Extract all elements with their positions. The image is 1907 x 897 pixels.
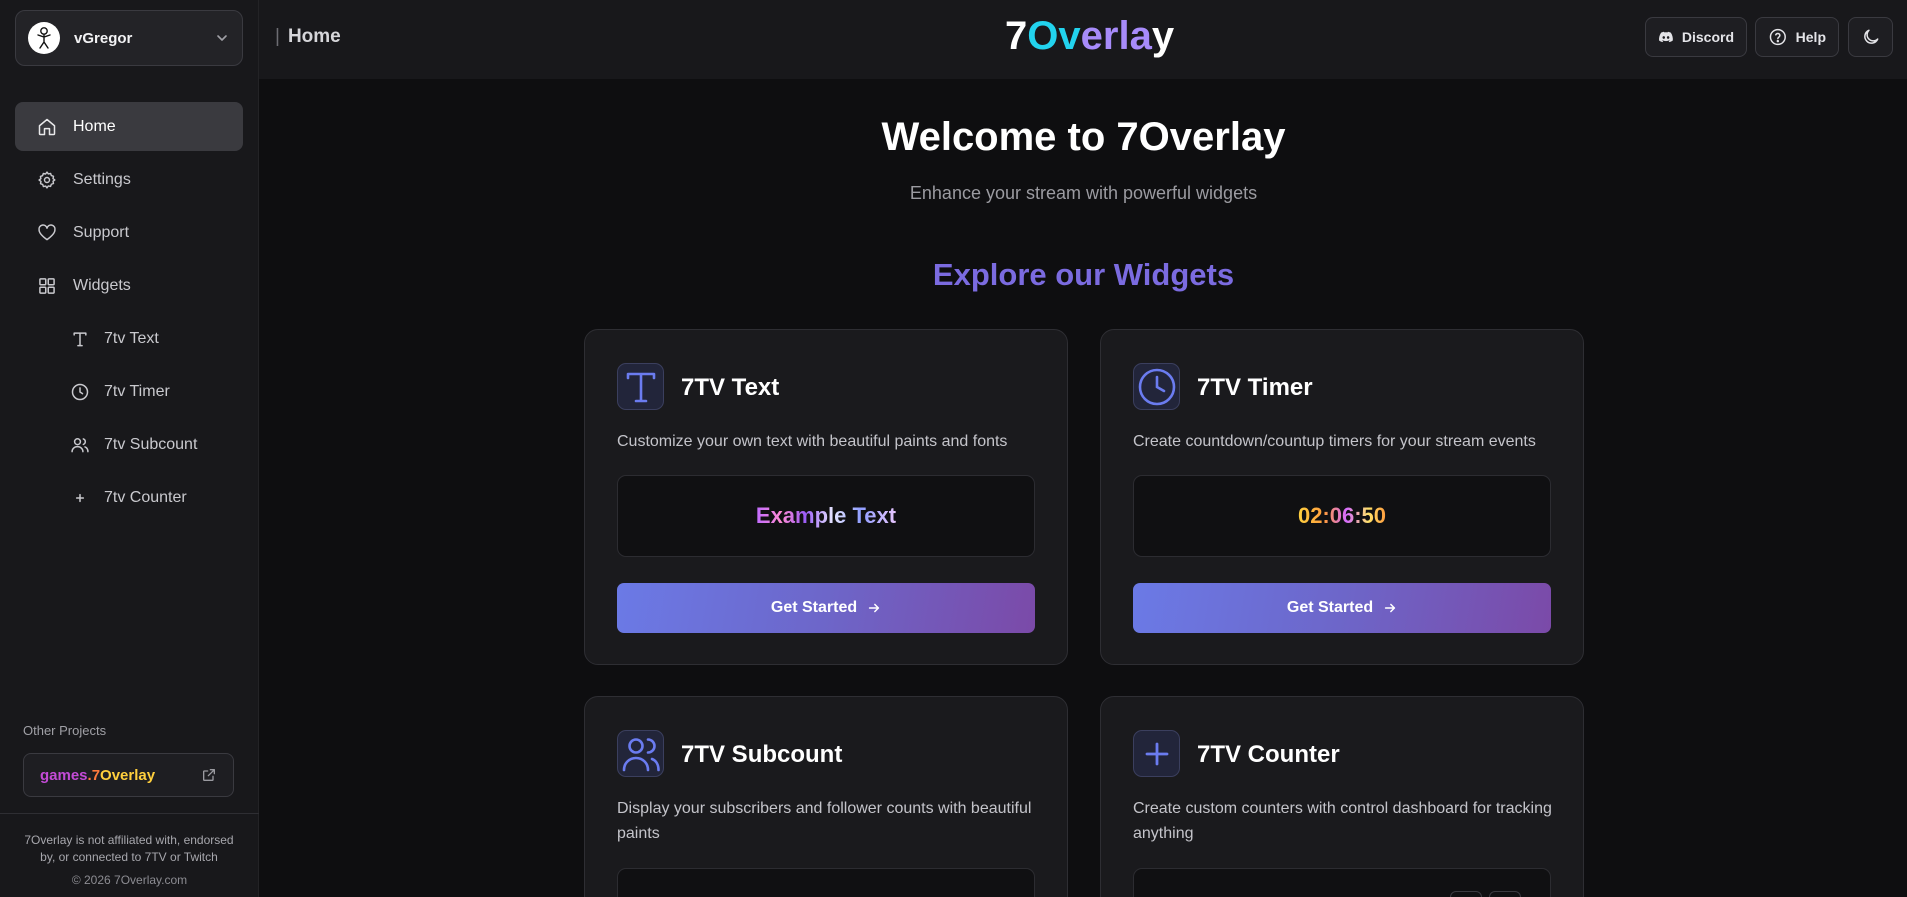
heart-icon: [38, 223, 56, 240]
user-name: vGregor: [74, 29, 133, 47]
sidebar-item-support[interactable]: Support: [15, 208, 243, 257]
sidebar-item-label: 7tv Subcount: [104, 435, 198, 453]
sidebar-nav: Home Settings Support Widgets 7tv Text 7…: [15, 102, 243, 526]
grid-icon: [39, 277, 55, 294]
counter-increment-button[interactable]: [1489, 891, 1521, 897]
timer-preview: 02:06:50: [1133, 475, 1551, 557]
text-preview: Example Text: [617, 475, 1035, 557]
clock-icon: [71, 383, 89, 400]
sidebar-item-label: 7tv Counter: [104, 488, 187, 506]
users-icon-badge: [617, 730, 664, 777]
sidebar-item-home[interactable]: Home: [15, 102, 243, 151]
sidebar-item-label: Support: [73, 223, 130, 241]
main-content: Welcome to 7Overlay Enhance your stream …: [260, 79, 1907, 897]
sidebar-divider: [0, 813, 259, 814]
timer-value: 02:06:50: [1297, 503, 1387, 528]
top-header: | Home 7Overlay Discord Help: [259, 0, 1907, 79]
brand-logo[interactable]: 7Overlay: [1005, 14, 1174, 59]
account-switcher[interactable]: vGregor: [15, 10, 243, 66]
sidebar-item-label: Settings: [73, 170, 131, 188]
games-link-label: games.7Overlay: [40, 767, 201, 784]
clock-icon-badge: [1133, 363, 1180, 410]
brand-char: e: [1080, 14, 1103, 58]
subcount-preview: [617, 868, 1035, 897]
games-project-link[interactable]: games.7Overlay: [23, 753, 234, 797]
avatar: [28, 22, 60, 54]
brand-char: y: [1151, 14, 1175, 58]
clock-icon: [1138, 368, 1175, 405]
copyright: © 2026 7Overlay.com: [71, 873, 188, 887]
chevron-down-icon: [217, 35, 227, 41]
arrow-right-icon: [1384, 603, 1396, 613]
card-description: Create countdown/countup timers for your…: [1133, 433, 1536, 450]
brand-char: l: [1118, 14, 1130, 58]
moon-icon: [1863, 29, 1878, 44]
users-icon: [622, 737, 660, 771]
users-icon: [71, 437, 89, 452]
brand-char: a: [1129, 14, 1152, 58]
get-started-button[interactable]: Get Started: [617, 583, 1035, 633]
counter-preview: [1133, 868, 1551, 897]
sidebar-item-widgets[interactable]: Widgets: [15, 261, 243, 310]
discord-label: Discord: [1681, 29, 1734, 45]
page-tagline: Enhance your stream with powerful widget…: [909, 183, 1258, 203]
games-link-part: Overlay: [100, 766, 156, 784]
games-link-part: .7: [87, 766, 101, 784]
sidebar-item-label: 7tv Text: [104, 329, 159, 347]
theme-toggle-button[interactable]: [1848, 17, 1893, 57]
card-description: Customize your own text with beautiful p…: [617, 433, 1008, 450]
counter-decrement-button[interactable]: [1450, 891, 1482, 897]
arrow-right-icon: [868, 603, 880, 613]
other-projects-title: Other Projects: [23, 723, 107, 738]
plus-icon: [1145, 742, 1168, 765]
breadcrumb-current: Home: [287, 26, 341, 47]
help-button[interactable]: Help: [1755, 17, 1839, 57]
widget-card-text: 7TV Text Customize your own text with be…: [584, 329, 1068, 665]
home-icon: [38, 118, 56, 135]
help-icon: [1769, 28, 1786, 46]
discord-button[interactable]: Discord: [1645, 17, 1747, 57]
help-label: Help: [1795, 29, 1826, 45]
brand-char: 7: [1005, 14, 1028, 58]
sidebar-item-7tv-text[interactable]: 7tv Text: [15, 314, 243, 363]
card-description: Create custom counters with control dash…: [1133, 800, 1552, 842]
section-title: Explore our Widgets: [932, 257, 1235, 292]
disclaimer: 7Overlay is not affiliated with, endorse…: [24, 833, 234, 864]
external-link-icon: [203, 769, 215, 781]
sidebar-item-7tv-subcount[interactable]: 7tv Subcount: [15, 420, 243, 469]
card-title: 7TV Text: [681, 374, 780, 401]
sidebar-item-label: Widgets: [73, 276, 131, 294]
sidebar-item-settings[interactable]: Settings: [15, 155, 243, 204]
gear-icon: [38, 170, 56, 189]
brand-char: O: [1027, 14, 1059, 58]
text-icon: [626, 372, 655, 402]
breadcrumb: | Home: [275, 26, 341, 47]
card-description: Display your subscribers and follower co…: [617, 800, 1032, 842]
text-icon-badge: [617, 363, 664, 410]
widget-card-subcount: 7TV Subcount Display your subscribers an…: [584, 696, 1068, 897]
card-title: 7TV Counter: [1197, 741, 1340, 768]
get-started-label: Get Started: [1286, 599, 1374, 616]
sidebar-item-label: 7tv Timer: [104, 382, 170, 400]
sidebar: vGregor Home Settings Support Widgets 7t…: [0, 0, 259, 897]
games-link-part: games: [40, 766, 88, 784]
widget-card-timer: 7TV Timer Create countdown/countup timer…: [1100, 329, 1584, 665]
card-title: 7TV Subcount: [681, 741, 843, 768]
plus-icon: [75, 493, 85, 502]
discord-icon: [1659, 31, 1673, 43]
widget-card-counter: 7TV Counter Create custom counters with …: [1100, 696, 1584, 897]
text-icon: [73, 331, 87, 346]
sidebar-item-7tv-counter[interactable]: 7tv Counter: [15, 473, 243, 522]
get-started-button[interactable]: Get Started: [1133, 583, 1551, 633]
plus-icon-badge: [1133, 730, 1180, 777]
sidebar-item-7tv-timer[interactable]: 7tv Timer: [15, 367, 243, 416]
card-title: 7TV Timer: [1197, 374, 1313, 401]
brand-char: r: [1102, 14, 1119, 58]
sidebar-item-label: Home: [73, 117, 116, 135]
get-started-label: Get Started: [770, 599, 858, 616]
preview-text: Example Text: [755, 503, 897, 528]
brand-char: v: [1058, 14, 1081, 58]
page-title: Welcome to 7Overlay: [881, 115, 1286, 159]
